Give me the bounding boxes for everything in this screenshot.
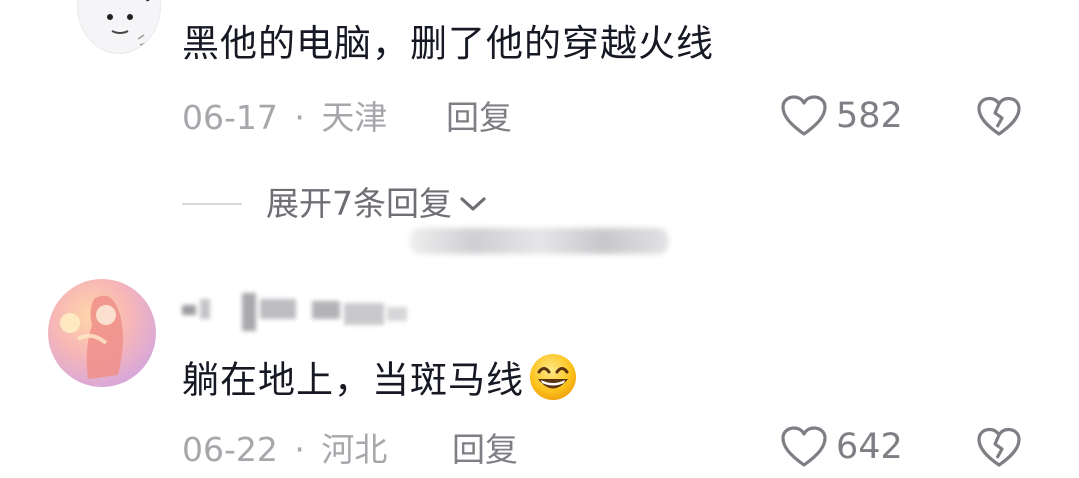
divider	[182, 203, 242, 205]
comment-meta: 06-17 · 天津	[182, 98, 387, 138]
avatar-sketch-illustration	[107, 0, 150, 46]
comment-meta: 06-22 · 河北	[182, 430, 387, 470]
chevron-down-icon	[460, 197, 486, 211]
meta-separator: ·	[294, 98, 305, 137]
blurred-watermark	[410, 228, 668, 254]
like-button[interactable]: 582	[780, 94, 903, 138]
comment-list: 黑他的电脑，删了他的穿越火线 06-17 · 天津 回复 582 展开7条回复	[0, 0, 1079, 478]
grinning-face-emoji	[528, 352, 578, 412]
comment-location: 天津	[321, 98, 388, 137]
comment-date: 06-22	[182, 430, 278, 469]
avatar[interactable]	[77, 0, 161, 54]
expand-replies-label: 展开7条回复	[266, 184, 452, 223]
comment-text: 黑他的电脑，删了他的穿越火线	[182, 22, 714, 65]
grinning-face-icon	[530, 354, 576, 400]
comment-text: 躺在地上，当斑马线	[182, 352, 578, 412]
expand-replies-button[interactable]: 展开7条回复	[182, 184, 488, 224]
heart-outline-icon	[781, 426, 827, 467]
blurred-username-mask	[182, 293, 407, 331]
broken-heart-icon	[977, 96, 1021, 136]
heart-outline-icon	[781, 95, 827, 136]
like-count: 582	[836, 96, 903, 136]
like-button[interactable]: 642	[780, 425, 903, 469]
dislike-button[interactable]	[976, 427, 1022, 473]
avatar[interactable]	[48, 279, 156, 387]
comment-location: 河北	[321, 430, 388, 469]
blurred-username[interactable]	[182, 291, 412, 335]
like-count: 642	[836, 427, 903, 467]
comment-date: 06-17	[182, 98, 278, 137]
meta-separator: ·	[294, 430, 305, 469]
reply-button[interactable]: 回复	[452, 430, 518, 470]
comment-text-content: 躺在地上，当斑马线	[182, 358, 524, 402]
reply-button[interactable]: 回复	[446, 98, 512, 138]
broken-heart-icon	[977, 427, 1021, 467]
avatar-anime-illustration	[60, 295, 123, 379]
dislike-button[interactable]	[976, 96, 1022, 142]
